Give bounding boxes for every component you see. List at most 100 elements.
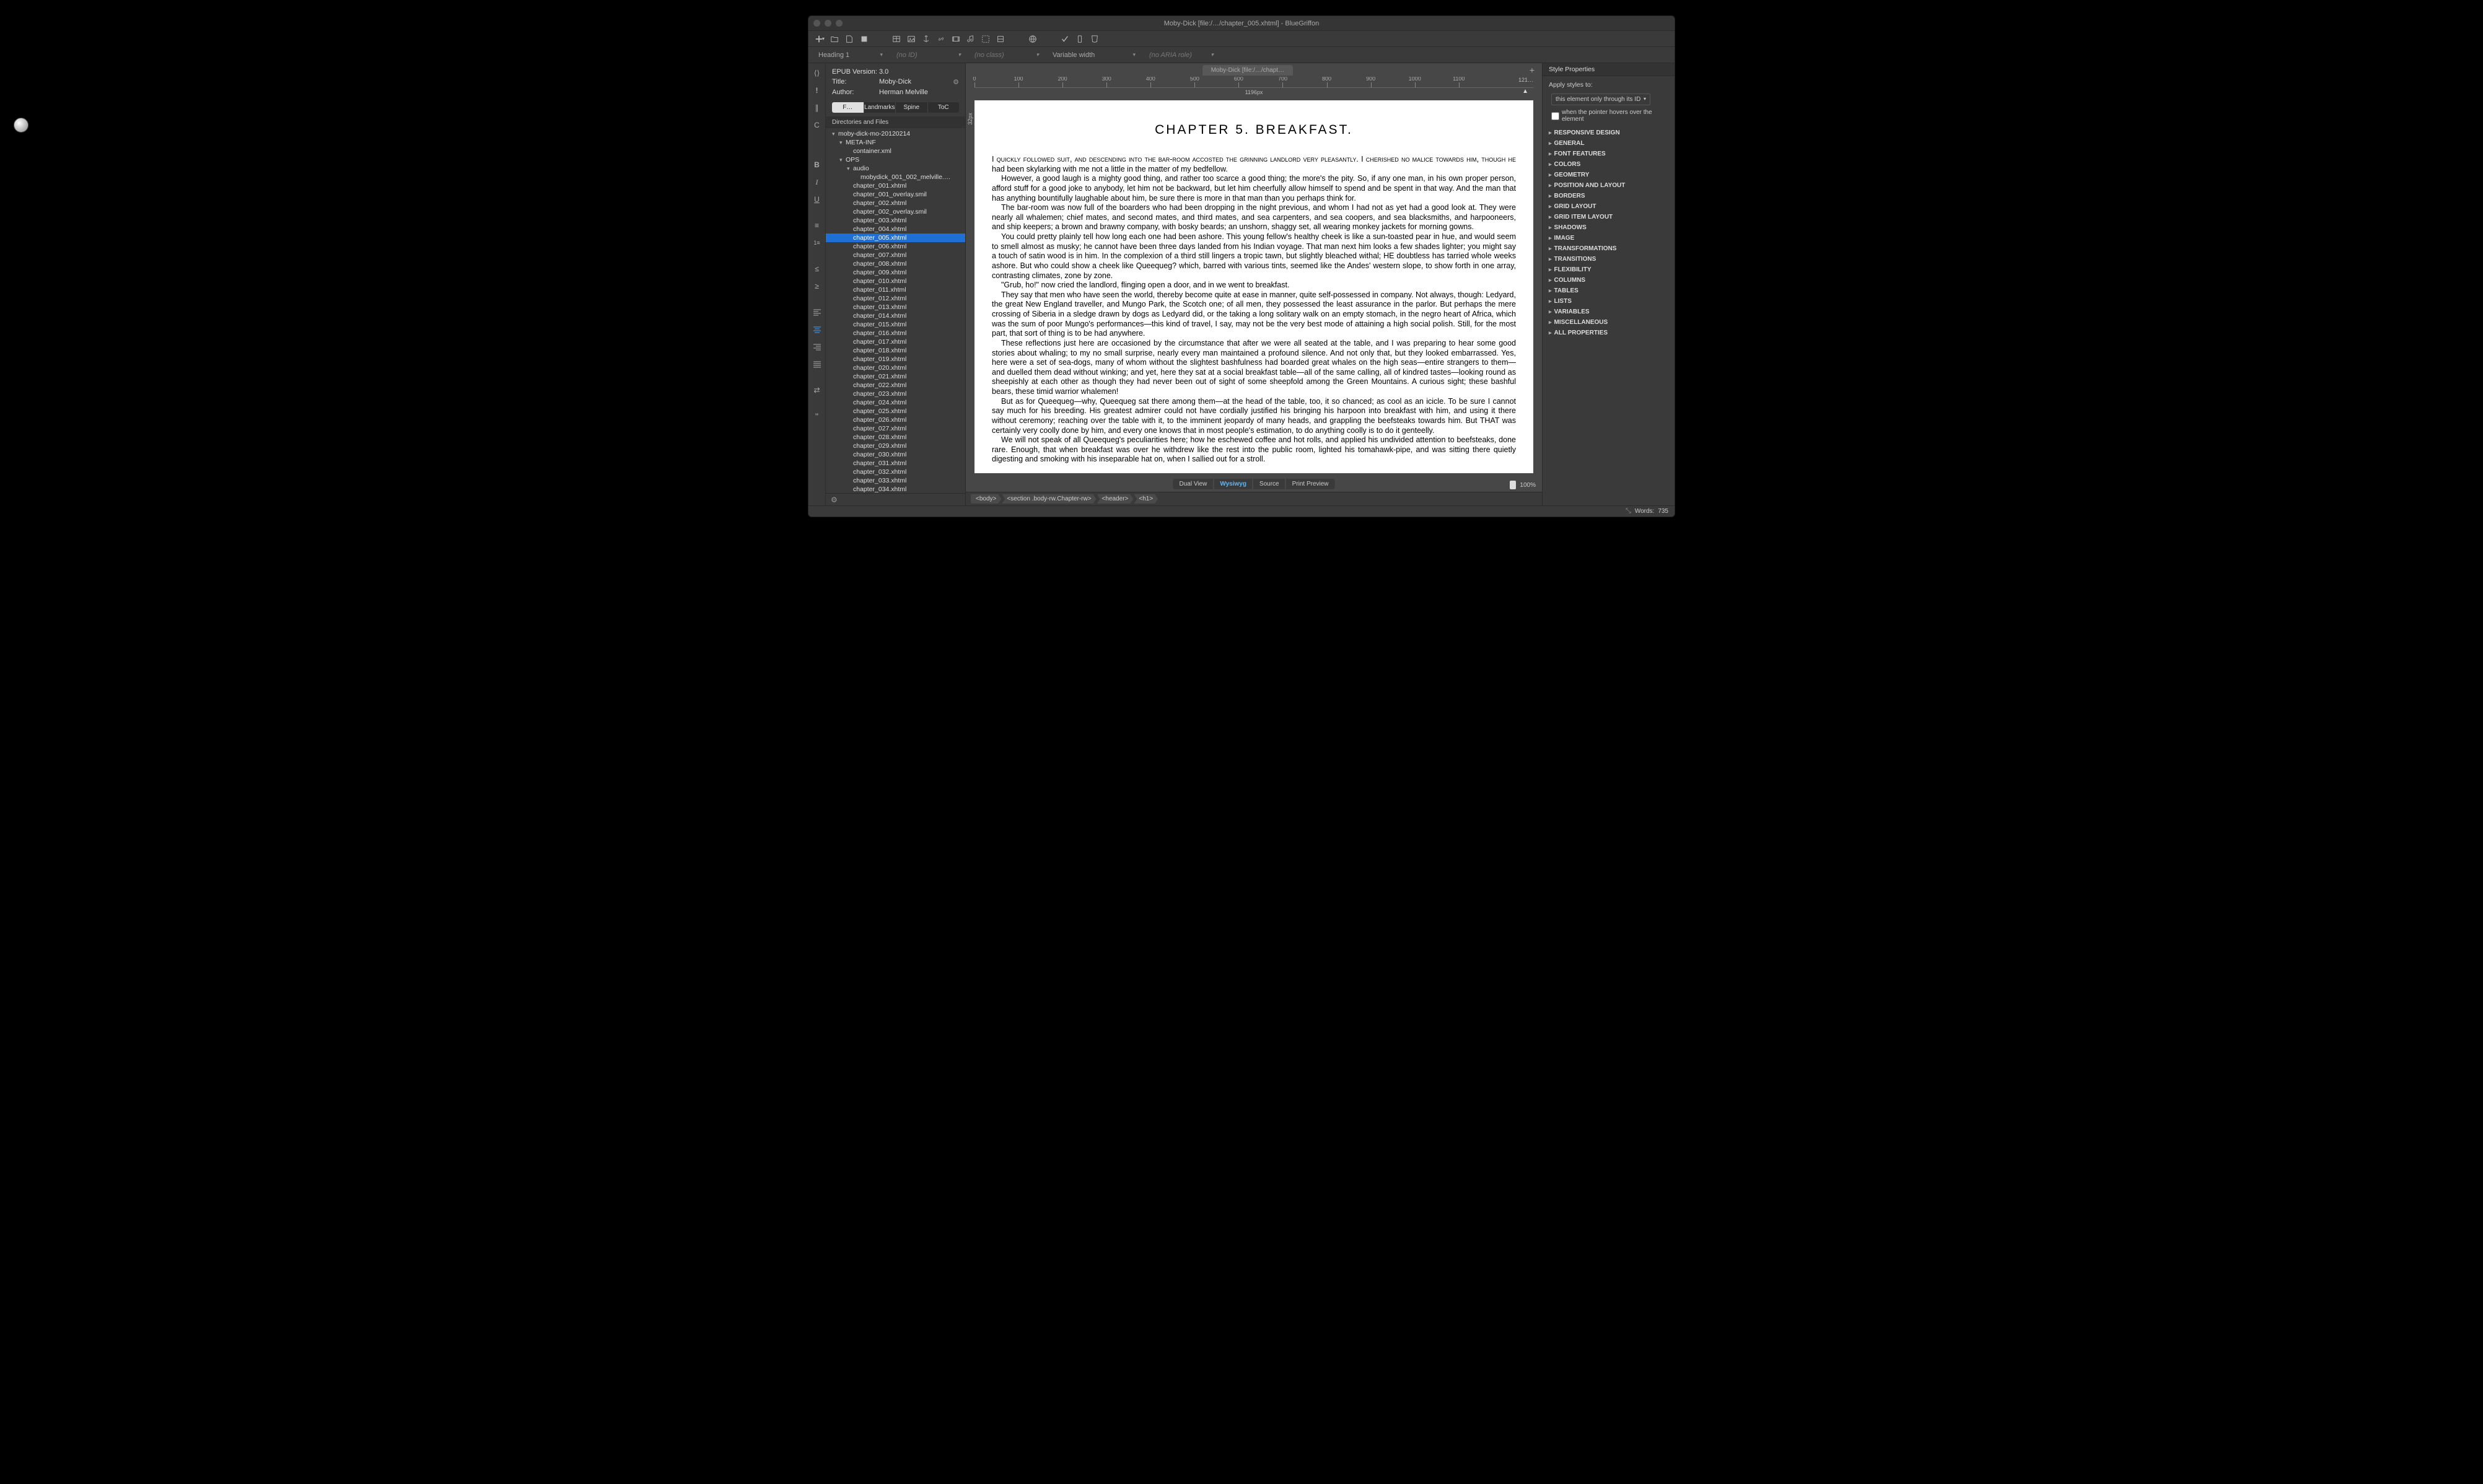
- tree-item[interactable]: chapter_009.xhtml: [826, 268, 965, 277]
- element-class-select[interactable]: (no class): [970, 50, 1044, 61]
- bold-button[interactable]: B: [811, 159, 823, 171]
- breadcrumb-item[interactable]: <h1>: [1134, 494, 1158, 504]
- tree-item[interactable]: chapter_018.xhtml: [826, 346, 965, 355]
- outdent-button[interactable]: ≤: [811, 263, 823, 275]
- tree-item[interactable]: chapter_002.xhtml: [826, 199, 965, 207]
- new-menu-button[interactable]: ▾: [813, 33, 826, 45]
- tab-landmarks[interactable]: Landmarks: [864, 102, 896, 113]
- insert-audio-button[interactable]: [965, 33, 977, 45]
- insert-form-button[interactable]: [979, 33, 992, 45]
- insert-table-button[interactable]: [890, 33, 903, 45]
- view-mode-source[interactable]: Source: [1253, 479, 1286, 489]
- style-section-lists[interactable]: LISTS: [1546, 296, 1671, 307]
- tree-item[interactable]: chapter_017.xhtml: [826, 338, 965, 346]
- style-section-transformations[interactable]: TRANSFORMATIONS: [1546, 243, 1671, 254]
- meta-gear-icon[interactable]: ⚙: [953, 78, 959, 86]
- style-section-grid-layout[interactable]: GRID LAYOUT: [1546, 201, 1671, 212]
- style-panel-tab[interactable]: Style Properties: [1543, 63, 1675, 76]
- zoom-control[interactable]: 100%: [1510, 481, 1536, 489]
- paragraph[interactable]: But as for Queequeg—why, Queequeg sat th…: [992, 397, 1516, 436]
- numbered-list-button[interactable]: 1≡: [811, 237, 823, 249]
- tree-item[interactable]: chapter_033.xhtml: [826, 476, 965, 485]
- tree-item[interactable]: chapter_026.xhtml: [826, 416, 965, 424]
- style-section-transitions[interactable]: TRANSITIONS: [1546, 254, 1671, 264]
- insert-hr-button[interactable]: [994, 33, 1007, 45]
- tree-item[interactable]: chapter_014.xhtml: [826, 312, 965, 320]
- tool-checkmark-button[interactable]: [1059, 33, 1071, 45]
- style-section-all-properties[interactable]: ALL PROPERTIES: [1546, 328, 1671, 338]
- save-button[interactable]: [858, 33, 870, 45]
- code-view-icon[interactable]: ⟨⟩: [811, 67, 823, 79]
- tab-toc[interactable]: ToC: [928, 102, 960, 113]
- style-section-variables[interactable]: VARIABLES: [1546, 307, 1671, 317]
- tree-item[interactable]: chapter_004.xhtml: [826, 225, 965, 234]
- hover-checkbox[interactable]: [1551, 112, 1559, 120]
- tree-item[interactable]: chapter_019.xhtml: [826, 355, 965, 364]
- tree-item[interactable]: chapter_002_overlay.smil: [826, 207, 965, 216]
- aria-role-select[interactable]: (no ARIA role): [1144, 50, 1219, 61]
- tree-item[interactable]: chapter_011.xhtml: [826, 286, 965, 294]
- align-right-button[interactable]: [811, 341, 823, 353]
- style-section-position-and-layout[interactable]: POSITION AND LAYOUT: [1546, 180, 1671, 191]
- tree-item[interactable]: chapter_021.xhtml: [826, 372, 965, 381]
- tree-item[interactable]: container.xml: [826, 147, 965, 155]
- tree-item[interactable]: chapter_028.xhtml: [826, 433, 965, 442]
- style-section-borders[interactable]: BORDERS: [1546, 191, 1671, 201]
- underline-button[interactable]: U: [811, 193, 823, 206]
- style-section-responsive-design[interactable]: RESPONSIVE DESIGN: [1546, 128, 1671, 138]
- style-section-font-features[interactable]: FONT FEATURES: [1546, 149, 1671, 159]
- style-section-miscellaneous[interactable]: MISCELLANEOUS: [1546, 317, 1671, 328]
- quote-icon[interactable]: ": [811, 410, 823, 422]
- zoom-slider-handle-icon[interactable]: [1510, 481, 1516, 489]
- paragraph[interactable]: We will not speak of all Queequeg's pecu…: [992, 435, 1516, 465]
- tree-item[interactable]: chapter_027.xhtml: [826, 424, 965, 433]
- tree-item[interactable]: chapter_032.xhtml: [826, 468, 965, 476]
- tree-item[interactable]: mobydick_001_002_melville.…: [826, 173, 965, 181]
- block-format-select[interactable]: Heading 1: [813, 50, 888, 61]
- element-id-select[interactable]: (no ID): [891, 50, 966, 61]
- view-mode-print-preview[interactable]: Print Preview: [1286, 479, 1335, 489]
- tree-item[interactable]: chapter_024.xhtml: [826, 398, 965, 407]
- sidebar-gear-icon[interactable]: ⚙: [831, 495, 838, 504]
- tree-item[interactable]: chapter_029.xhtml: [826, 442, 965, 450]
- tree-item[interactable]: chapter_005.xhtml: [826, 234, 965, 242]
- tree-item[interactable]: ▾OPS: [826, 155, 965, 164]
- tree-item[interactable]: chapter_030.xhtml: [826, 450, 965, 459]
- close-window-button[interactable]: [813, 20, 820, 27]
- tree-item[interactable]: chapter_016.xhtml: [826, 329, 965, 338]
- open-file-button[interactable]: [828, 33, 841, 45]
- insert-anchor-button[interactable]: [920, 33, 932, 45]
- tree-item[interactable]: chapter_034.xhtml: [826, 485, 965, 493]
- bullet-list-button[interactable]: ≡: [811, 219, 823, 232]
- browser-preview-button[interactable]: [1027, 33, 1039, 45]
- tool-css-button[interactable]: [1088, 33, 1101, 45]
- style-section-shadows[interactable]: SHADOWS: [1546, 222, 1671, 233]
- tree-item[interactable]: chapter_020.xhtml: [826, 364, 965, 372]
- insert-link-button[interactable]: [935, 33, 947, 45]
- paragraph[interactable]: You could pretty plainly tell how long e…: [992, 232, 1516, 281]
- view-mode-dual-view[interactable]: Dual View: [1173, 479, 1214, 489]
- style-section-image[interactable]: IMAGE: [1546, 233, 1671, 243]
- paragraph[interactable]: The bar-room was now full of the boarder…: [992, 203, 1516, 232]
- tree-item[interactable]: chapter_010.xhtml: [826, 277, 965, 286]
- file-tree[interactable]: ▾moby-dick-mo-20120214▾META-INFcontainer…: [826, 128, 965, 493]
- tab-files[interactable]: F…: [832, 102, 864, 113]
- tree-item[interactable]: ▾moby-dick-mo-20120214: [826, 129, 965, 138]
- minimize-window-button[interactable]: [825, 20, 831, 27]
- apply-scope-select[interactable]: this element only through its ID: [1551, 94, 1650, 105]
- breadcrumb-item[interactable]: <body>: [971, 494, 1001, 504]
- paragraph[interactable]: "Grub, ho!" now cried the landlord, flin…: [992, 281, 1516, 290]
- style-section-tables[interactable]: TABLES: [1546, 286, 1671, 296]
- tree-item[interactable]: chapter_022.xhtml: [826, 381, 965, 390]
- tree-item[interactable]: chapter_025.xhtml: [826, 407, 965, 416]
- tree-item[interactable]: chapter_023.xhtml: [826, 390, 965, 398]
- align-justify-button[interactable]: [811, 358, 823, 370]
- warning-icon[interactable]: !: [811, 84, 823, 97]
- tree-item[interactable]: chapter_007.xhtml: [826, 251, 965, 260]
- direction-toggle-button[interactable]: ⇄: [811, 384, 823, 396]
- view-mode-wysiwyg[interactable]: Wysiwyg: [1214, 479, 1253, 489]
- style-section-columns[interactable]: COLUMNS: [1546, 275, 1671, 286]
- hover-checkbox-row[interactable]: when the pointer hovers over the element: [1543, 108, 1675, 126]
- tool-phone-button[interactable]: [1074, 33, 1086, 45]
- editor-tab[interactable]: Moby-Dick [file:/…/chapt…: [1202, 65, 1293, 76]
